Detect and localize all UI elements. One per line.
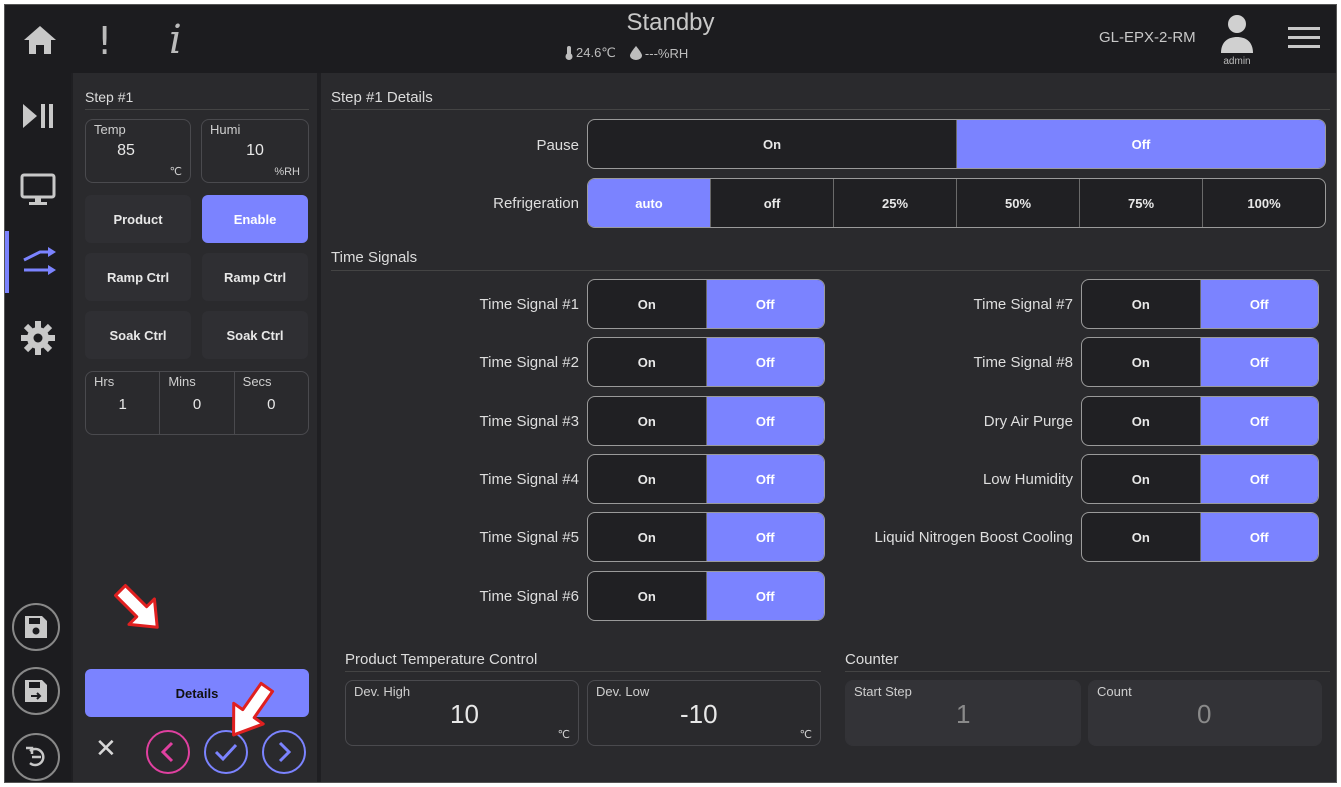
annotation-overlay [114, 584, 275, 737]
arrow-to-confirm-icon [232, 681, 275, 737]
app-window: ! i Standby 24.6℃ ---%RH GL-EPX-2-RM adm… [4, 4, 1337, 783]
arrow-to-details-icon [114, 584, 159, 629]
